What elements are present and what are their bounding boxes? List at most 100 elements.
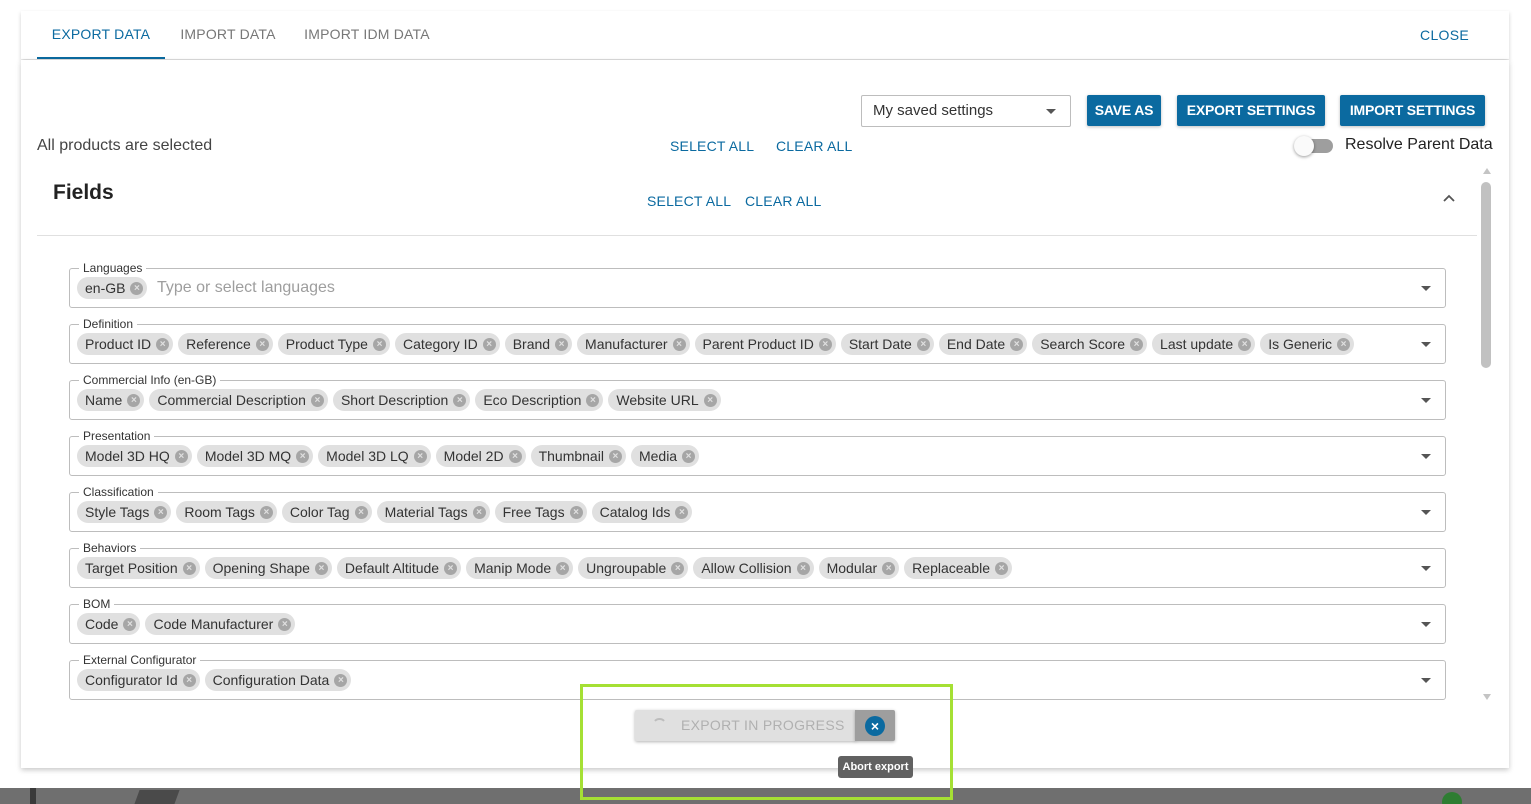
chip[interactable]: Product ID × — [77, 333, 174, 355]
remove-chip-icon[interactable]: × — [682, 449, 696, 463]
remove-chip-icon[interactable]: × — [796, 561, 810, 575]
chip[interactable]: Style Tags × — [77, 501, 172, 523]
chip[interactable]: en-GB × — [77, 277, 148, 299]
remove-chip-icon[interactable]: × — [1010, 337, 1024, 351]
remove-chip-icon[interactable]: × — [703, 393, 717, 407]
import-settings-button[interactable]: IMPORT SETTINGS — [1340, 95, 1485, 126]
chip[interactable]: Category ID × — [394, 333, 500, 355]
remove-chip-icon[interactable]: × — [1130, 337, 1144, 351]
remove-chip-icon[interactable]: × — [995, 561, 1009, 575]
chip[interactable]: Configuration Data × — [204, 669, 352, 691]
scroll-up-arrow-icon[interactable] — [1483, 168, 1491, 174]
chip[interactable]: Room Tags × — [176, 501, 277, 523]
chip[interactable]: Media × — [630, 445, 700, 467]
chip[interactable]: Name × — [77, 389, 145, 411]
remove-chip-icon[interactable]: × — [569, 505, 583, 519]
remove-chip-icon[interactable]: × — [1238, 337, 1252, 351]
chip[interactable]: Commercial Description × — [149, 389, 328, 411]
select-all-products-link[interactable]: SELECT ALL — [670, 138, 754, 154]
chip[interactable]: Model 2D × — [435, 445, 526, 467]
languages-field[interactable]: Languages en-GB × Type or select language… — [69, 261, 1446, 308]
chip[interactable]: Short Description × — [332, 389, 471, 411]
clear-all-fields-link[interactable]: CLEAR ALL — [745, 193, 822, 209]
remove-chip-icon[interactable]: × — [154, 505, 168, 519]
chip[interactable]: Brand × — [504, 333, 573, 355]
chip[interactable]: End Date × — [938, 333, 1028, 355]
remove-chip-icon[interactable]: × — [472, 505, 486, 519]
remove-chip-icon[interactable]: × — [174, 449, 188, 463]
chevron-down-icon[interactable] — [1421, 510, 1431, 515]
resolve-parent-toggle[interactable] — [1294, 136, 1333, 156]
chip[interactable]: Code × — [77, 613, 141, 635]
chip[interactable]: Model 3D MQ × — [196, 445, 314, 467]
remove-chip-icon[interactable]: × — [675, 505, 689, 519]
chevron-down-icon[interactable] — [1421, 286, 1431, 291]
remove-chip-icon[interactable]: × — [453, 393, 467, 407]
chevron-down-icon[interactable] — [1421, 622, 1431, 627]
export-settings-button[interactable]: EXPORT SETTINGS — [1177, 95, 1325, 126]
save-as-button[interactable]: SAVE AS — [1087, 95, 1161, 126]
chevron-down-icon[interactable] — [1421, 398, 1431, 403]
remove-chip-icon[interactable]: × — [127, 393, 141, 407]
chip[interactable]: Thumbnail × — [530, 445, 626, 467]
chip[interactable]: Product Type × — [277, 333, 390, 355]
chip[interactable]: Replaceable × — [904, 557, 1013, 579]
remove-chip-icon[interactable]: × — [354, 505, 368, 519]
chip[interactable]: Website URL × — [608, 389, 721, 411]
scrollbar[interactable] — [1480, 168, 1494, 700]
chip[interactable]: Model 3D LQ × — [318, 445, 431, 467]
chip[interactable]: Ungroupable × — [578, 557, 689, 579]
chip[interactable]: Manufacturer × — [577, 333, 690, 355]
remove-chip-icon[interactable]: × — [508, 449, 522, 463]
remove-chip-icon[interactable]: × — [182, 561, 196, 575]
remove-chip-icon[interactable]: × — [555, 337, 569, 351]
chip[interactable]: Default Altitude × — [336, 557, 462, 579]
select-all-fields-link[interactable]: SELECT ALL — [647, 193, 731, 209]
clear-all-products-link[interactable]: CLEAR ALL — [776, 138, 853, 154]
remove-chip-icon[interactable]: × — [1337, 337, 1351, 351]
saved-settings-select[interactable]: My saved settings — [861, 95, 1071, 127]
bom-field[interactable]: BOM Code × Code Manufacturer × — [69, 597, 1446, 644]
chevron-down-icon[interactable] — [1421, 342, 1431, 347]
chevron-down-icon[interactable] — [1421, 566, 1431, 571]
chip[interactable]: Reference × — [178, 333, 273, 355]
remove-chip-icon[interactable]: × — [334, 673, 348, 687]
chip[interactable]: Manip Mode × — [466, 557, 574, 579]
chip[interactable]: Target Position × — [77, 557, 200, 579]
chip[interactable]: Free Tags × — [494, 501, 587, 523]
remove-chip-icon[interactable]: × — [916, 337, 930, 351]
chip[interactable]: Eco Description × — [475, 389, 604, 411]
scroll-down-arrow-icon[interactable] — [1483, 694, 1491, 700]
remove-chip-icon[interactable]: × — [278, 617, 292, 631]
chip[interactable]: Material Tags × — [376, 501, 490, 523]
classification-field[interactable]: Classification Style Tags × Room Tags × Colo… — [69, 485, 1446, 532]
tab-import-idm-data[interactable]: IMPORT IDM DATA — [293, 11, 441, 59]
chip[interactable]: Allow Collision × — [693, 557, 814, 579]
chip[interactable]: Code Manufacturer × — [145, 613, 296, 635]
remove-chip-icon[interactable]: × — [444, 561, 458, 575]
close-button[interactable]: CLOSE — [1420, 11, 1469, 59]
remove-chip-icon[interactable]: × — [556, 561, 570, 575]
remove-chip-icon[interactable]: × — [130, 281, 144, 295]
tab-export-data[interactable]: EXPORT DATA — [37, 11, 165, 59]
chevron-down-icon[interactable] — [1421, 678, 1431, 683]
chip[interactable]: Catalog Ids × — [591, 501, 693, 523]
chip[interactable]: Model 3D HQ × — [77, 445, 192, 467]
tab-import-data[interactable]: IMPORT DATA — [167, 11, 289, 59]
chip[interactable]: Opening Shape × — [204, 557, 332, 579]
remove-chip-icon[interactable]: × — [259, 505, 273, 519]
remove-chip-icon[interactable]: × — [413, 449, 427, 463]
chip[interactable]: Is Generic × — [1260, 333, 1355, 355]
behaviors-field[interactable]: Behaviors Target Position × Opening Shape ×… — [69, 541, 1446, 588]
chevron-up-icon[interactable] — [1442, 191, 1456, 205]
remove-chip-icon[interactable]: × — [255, 337, 269, 351]
chip[interactable]: Configurator Id × — [77, 669, 200, 691]
chip[interactable]: Search Score × — [1032, 333, 1148, 355]
chip[interactable]: Modular × — [818, 557, 900, 579]
chip[interactable]: Parent Product ID × — [694, 333, 836, 355]
presentation-field[interactable]: Presentation Model 3D HQ × Model 3D MQ × Mod… — [69, 429, 1446, 476]
remove-chip-icon[interactable]: × — [671, 561, 685, 575]
chip[interactable]: Last update × — [1152, 333, 1256, 355]
scrollbar-thumb[interactable] — [1481, 182, 1491, 368]
remove-chip-icon[interactable]: × — [608, 449, 622, 463]
